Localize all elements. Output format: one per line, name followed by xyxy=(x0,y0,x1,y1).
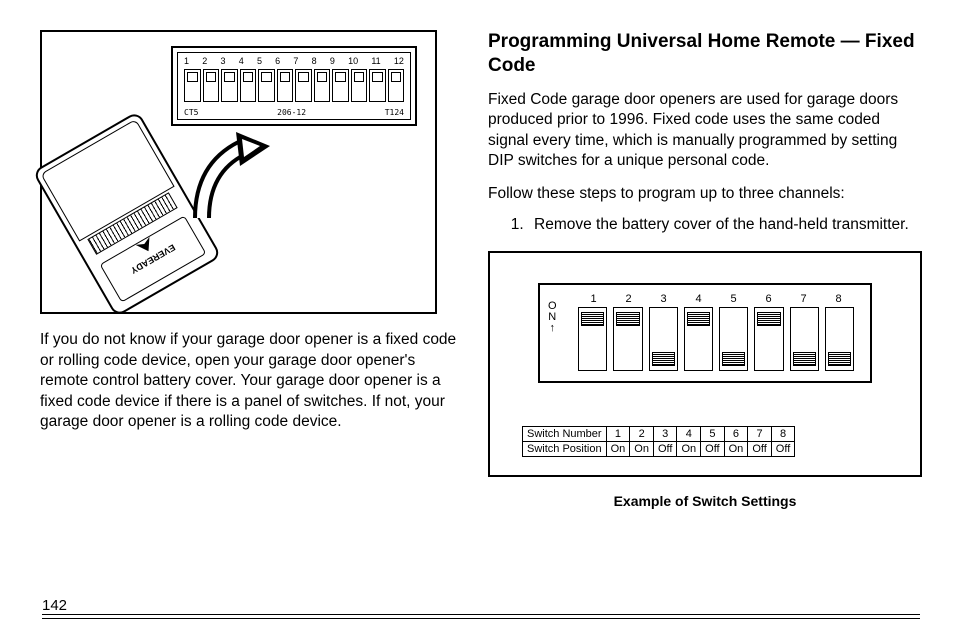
table-row: Switch Number 12345678 xyxy=(523,427,795,442)
dip-bottom-labels: CT5 206-12 T124 xyxy=(184,108,404,117)
dip-switch-panel: 123456789101112 CT5 206-12 T124 xyxy=(171,46,417,126)
section-heading: Programming Universal Home Remote — Fixe… xyxy=(488,30,922,78)
figure-switch-settings: O N ↑ 12345678 xyxy=(488,251,922,477)
on-direction-label: O N ↑ xyxy=(548,301,557,334)
callout-arrow-icon xyxy=(192,128,272,224)
figure-caption: Example of Switch Settings xyxy=(488,493,922,509)
step-item: Remove the battery cover of the hand-hel… xyxy=(528,215,922,236)
left-paragraph: If you do not know if your garage door o… xyxy=(40,330,460,433)
figure-remote-dip: 123456789101112 CT5 206-12 T124 xyxy=(40,30,437,314)
switch-slot-row xyxy=(578,307,854,371)
switch-settings-table: Switch Number 12345678 Switch Position O… xyxy=(522,426,795,457)
dip-panel-8: O N ↑ 12345678 xyxy=(538,283,872,383)
page-number: 142 xyxy=(42,597,73,614)
page-footer-rule: 142 xyxy=(42,618,920,620)
switch-number-row: 12345678 xyxy=(578,293,854,305)
follow-paragraph: Follow these steps to program up to thre… xyxy=(488,184,922,205)
dip-switch-row xyxy=(184,69,404,102)
intro-paragraph: Fixed Code garage door openers are used … xyxy=(488,90,922,172)
table-row: Switch Position OnOnOffOnOffOnOffOff xyxy=(523,442,795,457)
steps-list: Remove the battery cover of the hand-hel… xyxy=(488,215,922,236)
dip-number-row: 123456789101112 xyxy=(184,56,404,66)
